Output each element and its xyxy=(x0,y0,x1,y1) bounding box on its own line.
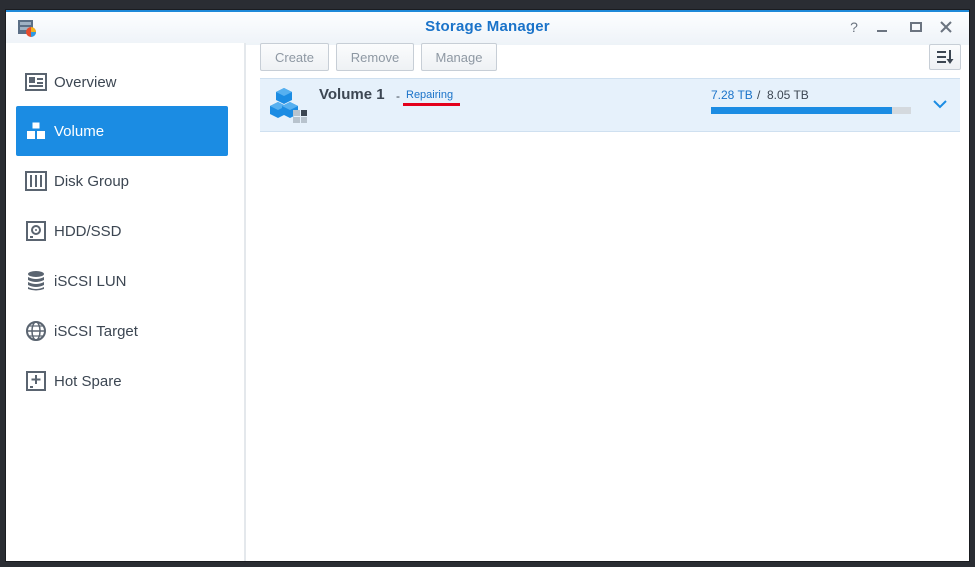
sidebar-item-label: Disk Group xyxy=(54,172,130,190)
storage-manager-window: Storage Manager ? Overview Volume Disk G… xyxy=(5,9,970,562)
maximize-button[interactable] xyxy=(906,17,926,37)
sidebar-item-label: HDD/SSD xyxy=(54,222,122,240)
sidebar-item-label: iSCSI Target xyxy=(54,322,138,340)
sidebar: Overview Volume Disk Group HDD/SSD iSCSI… xyxy=(6,43,246,561)
sidebar-item-overview[interactable]: Overview xyxy=(16,57,228,107)
status-annotation-underline xyxy=(403,103,460,106)
sidebar-item-volume[interactable]: Volume xyxy=(16,106,228,156)
manage-button[interactable]: Manage xyxy=(421,43,497,71)
status-separator: - xyxy=(396,89,400,103)
title-bar[interactable]: Storage Manager ? xyxy=(6,10,969,45)
toolbar: Create Remove Manage xyxy=(246,43,969,79)
volume-status: Repairing xyxy=(406,89,454,101)
sidebar-item-label: iSCSI LUN xyxy=(54,272,127,290)
minimize-button[interactable] xyxy=(872,17,892,37)
volume-name: Volume 1 xyxy=(319,86,385,103)
capacity-separator: / xyxy=(757,88,761,102)
database-icon xyxy=(25,270,47,292)
usage-bar xyxy=(711,107,911,114)
main-panel: Create Remove Manage Volume 1 - Repairin… xyxy=(246,43,969,561)
hot-spare-plus-icon xyxy=(25,370,47,392)
sidebar-item-label: Hot Spare xyxy=(54,372,122,390)
create-button[interactable]: Create xyxy=(260,43,329,71)
close-button[interactable] xyxy=(936,17,956,37)
maximize-icon xyxy=(910,22,922,32)
hdd-icon xyxy=(25,220,47,242)
sidebar-item-disk-group[interactable]: Disk Group xyxy=(16,156,228,206)
disk-group-icon xyxy=(25,170,47,192)
globe-icon xyxy=(25,320,47,342)
sidebar-item-iscsi-target[interactable]: iSCSI Target xyxy=(16,306,228,356)
overview-icon xyxy=(25,71,47,93)
volume-row[interactable]: Volume 1 - Repairing 7.28 TB / 8.05 TB xyxy=(260,78,960,132)
expand-chevron-icon[interactable] xyxy=(932,96,948,112)
volume-total-capacity: 8.05 TB xyxy=(767,88,809,102)
minimize-icon xyxy=(877,30,887,32)
window-title: Storage Manager xyxy=(425,18,550,35)
volume-icon xyxy=(270,86,310,126)
sidebar-item-label: Volume xyxy=(54,122,105,140)
sort-icon xyxy=(937,50,954,64)
help-icon: ? xyxy=(850,19,858,35)
remove-button[interactable]: Remove xyxy=(336,43,414,71)
close-icon xyxy=(940,21,952,33)
usage-bar-fill xyxy=(711,107,892,114)
sort-button[interactable] xyxy=(929,44,961,70)
volume-used-capacity: 7.28 TB xyxy=(711,88,753,102)
sidebar-item-label: Overview xyxy=(54,73,117,91)
help-button[interactable]: ? xyxy=(844,17,864,37)
sidebar-item-iscsi-lun[interactable]: iSCSI LUN xyxy=(16,256,228,306)
sidebar-item-hdd-ssd[interactable]: HDD/SSD xyxy=(16,206,228,256)
volume-cubes-icon xyxy=(25,120,47,142)
sidebar-item-hot-spare[interactable]: Hot Spare xyxy=(16,356,228,406)
